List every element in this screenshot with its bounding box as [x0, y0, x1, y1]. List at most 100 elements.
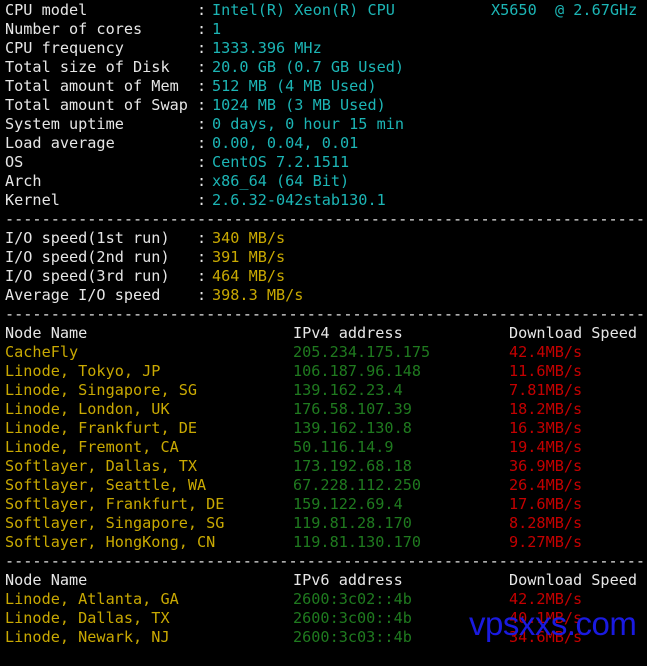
- address-cell: 119.81.28.170: [293, 514, 412, 532]
- node-name-cell: Linode, Fremont, CA: [5, 438, 179, 456]
- download-speed-cell: 42.4MB/s: [509, 343, 583, 361]
- io-colon: :: [197, 248, 207, 266]
- sysinfo-row-swap: Total amount of Swap : 1024 MB (3 MB Use…: [5, 96, 647, 115]
- io-value: 398.3 MB/s: [212, 286, 304, 304]
- sysinfo-label: OS: [5, 153, 24, 171]
- sysinfo-label: Load average: [5, 134, 115, 152]
- io-row-average: Average I/O speed : 398.3 MB/s: [5, 286, 647, 305]
- address-cell: 119.81.130.170: [293, 533, 422, 551]
- download-speed-cell: 11.6MB/s: [509, 362, 583, 380]
- header-download-speed: Download Speed: [509, 324, 638, 342]
- table-row: Softlayer, Singapore, SG 119.81.28.170 8.2…: [5, 514, 647, 533]
- sysinfo-label: Total amount of Mem: [5, 77, 179, 95]
- io-value: 340 MB/s: [212, 229, 286, 247]
- node-name-cell: Linode, Atlanta, GA: [5, 590, 179, 608]
- address-cell: 159.122.69.4: [293, 495, 403, 513]
- separator-line: ----------------------------------------…: [5, 305, 646, 323]
- node-name-cell: Linode, Tokyo, JP: [5, 362, 161, 380]
- sysinfo-value: Intel(R) Xeon(R) CPU: [212, 1, 395, 19]
- ipv4-speed-table: Node Name IPv4 address Download Speed Ca…: [5, 324, 647, 552]
- address-cell: 50.116.14.9: [293, 438, 394, 456]
- sysinfo-label: Total size of Disk: [5, 58, 170, 76]
- sysinfo-colon: :: [197, 77, 207, 95]
- sysinfo-label: Total amount of Swap: [5, 96, 188, 114]
- sysinfo-value: 2.6.32-042stab130.1: [212, 191, 386, 209]
- node-name-cell: CacheFly: [5, 343, 79, 361]
- header-address: IPv4 address: [293, 324, 403, 342]
- address-cell: 2600:3c00::4b: [293, 609, 412, 627]
- io-row: I/O speed(1st run) : 340 MB/s: [5, 229, 647, 248]
- io-colon: :: [197, 229, 207, 247]
- node-name-cell: Linode, London, UK: [5, 400, 170, 418]
- separator-line: ----------------------------------------…: [5, 210, 646, 228]
- address-cell: 67.228.112.250: [293, 476, 422, 494]
- table-header: Node Name IPv6 address Download Speed: [5, 571, 647, 590]
- address-cell: 205.234.175.175: [293, 343, 431, 361]
- header-download-speed: Download Speed: [509, 571, 638, 589]
- io-row: I/O speed(3rd run) : 464 MB/s: [5, 267, 647, 286]
- sysinfo-value: 1024 MB (3 MB Used): [212, 96, 386, 114]
- sysinfo-value-extra: X5650 @ 2.67GHz: [491, 1, 638, 19]
- download-speed-cell: 8.28MB/s: [509, 514, 583, 532]
- sysinfo-value: 0 days, 0 hour 15 min: [212, 115, 405, 133]
- sysinfo-colon: :: [197, 20, 207, 38]
- sysinfo-value: 512 MB (4 MB Used): [212, 77, 377, 95]
- address-cell: 2600:3c03::4b: [293, 628, 412, 646]
- download-speed-cell: 16.3MB/s: [509, 419, 583, 437]
- table-row: Softlayer, Seattle, WA 67.228.112.250 26.4…: [5, 476, 647, 495]
- io-speed-section: I/O speed(1st run) : 340 MB/s I/O speed(…: [5, 229, 647, 305]
- io-value: 464 MB/s: [212, 267, 286, 285]
- sysinfo-row-uptime: System uptime : 0 days, 0 hour 15 min: [5, 115, 647, 134]
- address-cell: 106.187.96.148: [293, 362, 422, 380]
- io-colon: :: [197, 286, 207, 304]
- header-node-name: Node Name: [5, 571, 88, 589]
- sysinfo-row-cpu-model: CPU model : Intel(R) Xeon(R) CPU X5650 @…: [5, 1, 647, 20]
- node-name-cell: Linode, Newark, NJ: [5, 628, 170, 646]
- io-row: I/O speed(2nd run) : 391 MB/s: [5, 248, 647, 267]
- sysinfo-value: x86_64 (64 Bit): [212, 172, 350, 190]
- address-cell: 139.162.130.8: [293, 419, 412, 437]
- sysinfo-value: 0.00, 0.04, 0.01: [212, 134, 359, 152]
- sysinfo-row-cpu-frequency: CPU frequency : 1333.396 MHz: [5, 39, 647, 58]
- header-node-name: Node Name: [5, 324, 88, 342]
- io-label: I/O speed(2nd run): [5, 248, 170, 266]
- sysinfo-colon: :: [197, 1, 207, 19]
- download-speed-cell: 18.2MB/s: [509, 400, 583, 418]
- terminal-output: CPU model : Intel(R) Xeon(R) CPU X5650 @…: [5, 1, 647, 647]
- node-name-cell: Linode, Frankfurt, DE: [5, 419, 198, 437]
- sysinfo-value: 20.0 GB (0.7 GB Used): [212, 58, 405, 76]
- table-header: Node Name IPv4 address Download Speed: [5, 324, 647, 343]
- table-row: Linode, Fremont, CA 50.116.14.9 19.4MB/s: [5, 438, 647, 457]
- node-name-cell: Linode, Singapore, SG: [5, 381, 198, 399]
- download-speed-cell: 17.6MB/s: [509, 495, 583, 513]
- sysinfo-colon: :: [197, 153, 207, 171]
- sysinfo-row-mem: Total amount of Mem : 512 MB (4 MB Used): [5, 77, 647, 96]
- sysinfo-value: CentOS 7.2.1511: [212, 153, 350, 171]
- watermark-text: vpsxxs.com: [469, 605, 637, 642]
- table-row: Linode, Frankfurt, DE 139.162.130.8 16.3MB…: [5, 419, 647, 438]
- download-speed-cell: 9.27MB/s: [509, 533, 583, 551]
- ipv4-rows: CacheFly 205.234.175.175 42.4MB/s Linode, T…: [5, 343, 647, 552]
- sysinfo-row-load: Load average : 0.00, 0.04, 0.01: [5, 134, 647, 153]
- node-name-cell: Softlayer, Frankfurt, DE: [5, 495, 225, 513]
- sysinfo-colon: :: [197, 191, 207, 209]
- download-speed-cell: 26.4MB/s: [509, 476, 583, 494]
- sysinfo-value: 1: [212, 20, 222, 38]
- node-name-cell: Linode, Dallas, TX: [5, 609, 170, 627]
- sysinfo-label: System uptime: [5, 115, 124, 133]
- table-row: Linode, Tokyo, JP 106.187.96.148 11.6MB/s: [5, 362, 647, 381]
- sysinfo-row-cores: Number of cores : 1: [5, 20, 647, 39]
- io-label: Average I/O speed: [5, 286, 161, 304]
- io-label: I/O speed(3rd run): [5, 267, 170, 285]
- address-cell: 2600:3c02::4b: [293, 590, 412, 608]
- download-speed-cell: 36.9MB/s: [509, 457, 583, 475]
- table-row: Softlayer, Dallas, TX 173.192.68.18 36.9MB…: [5, 457, 647, 476]
- table-row: Linode, London, UK 176.58.107.39 18.2MB/s: [5, 400, 647, 419]
- separator-line: ----------------------------------------…: [5, 552, 646, 570]
- sysinfo-colon: :: [197, 58, 207, 76]
- sysinfo-colon: :: [197, 172, 207, 190]
- sysinfo-value: 1333.396 MHz: [212, 39, 322, 57]
- io-value: 391 MB/s: [212, 248, 286, 266]
- sysinfo-label: CPU frequency: [5, 39, 124, 57]
- download-speed-cell: 19.4MB/s: [509, 438, 583, 456]
